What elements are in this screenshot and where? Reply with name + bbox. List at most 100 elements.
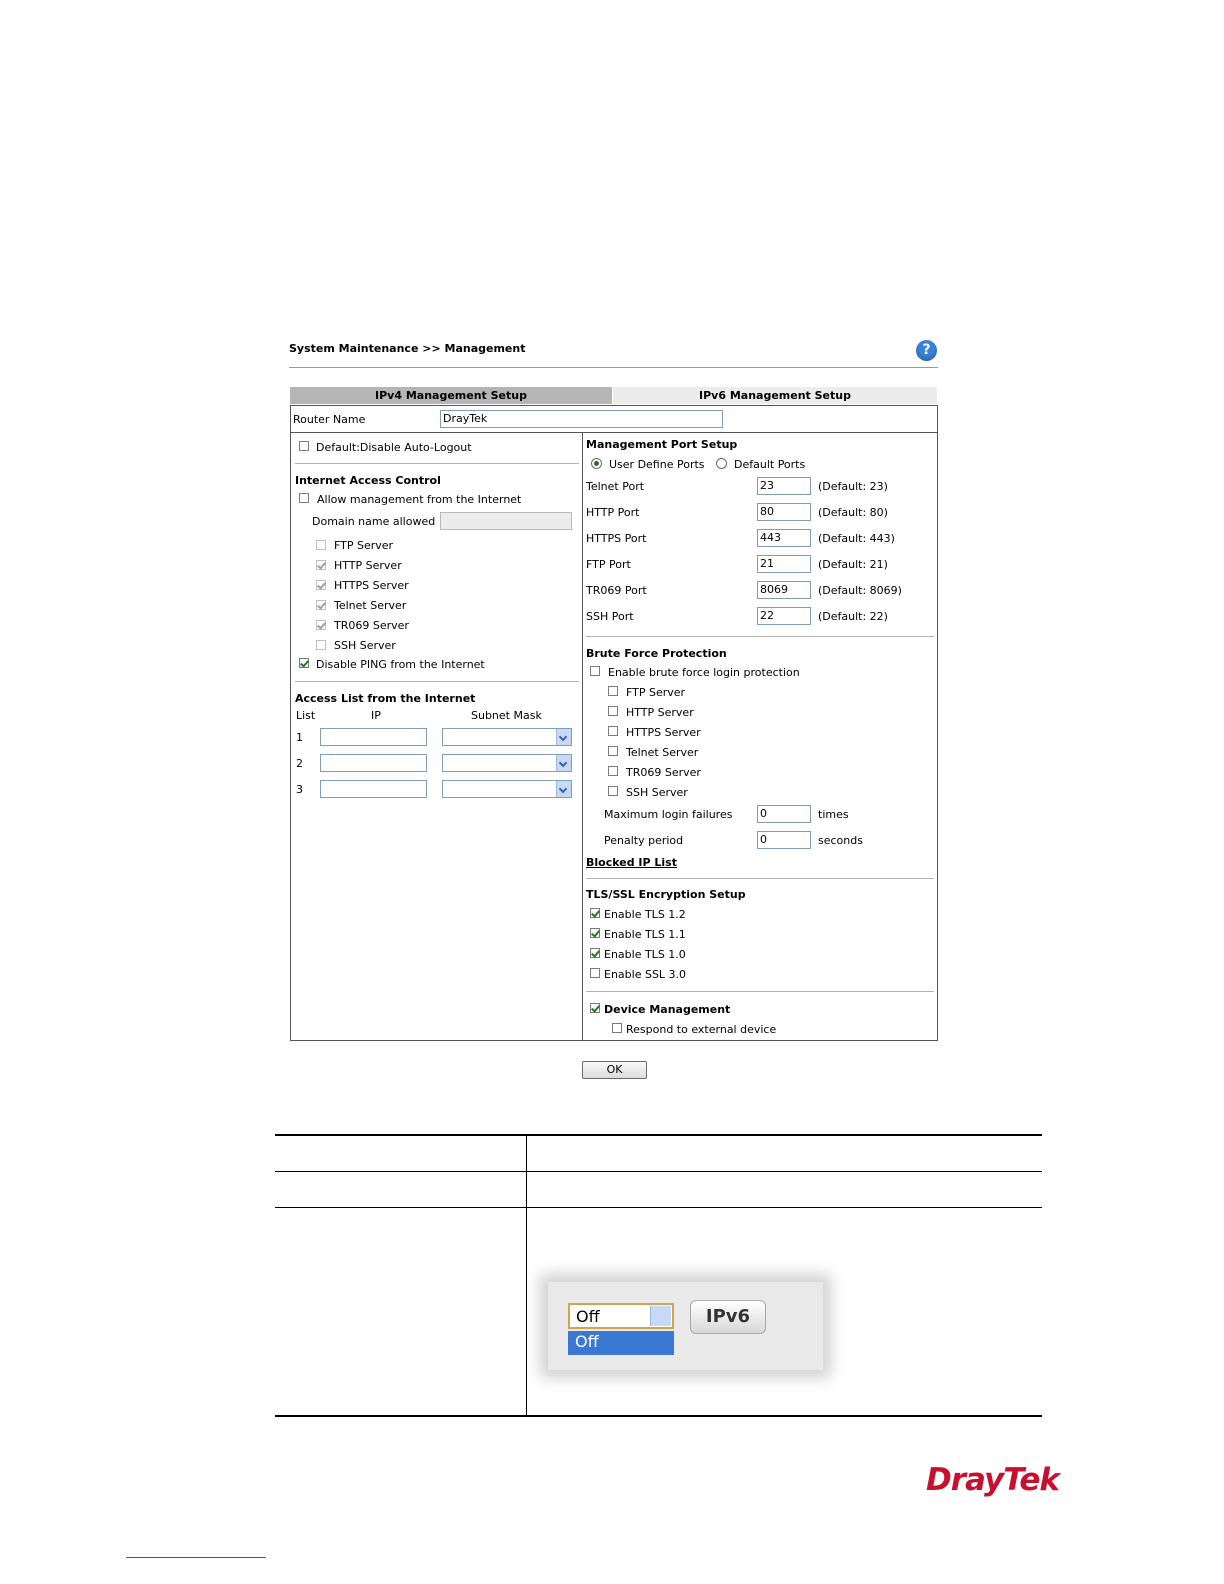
http-server-label: HTTP Server <box>334 559 402 572</box>
domain-label: Domain name allowed <box>312 515 436 528</box>
ssh-server-checkbox[interactable] <box>316 640 326 650</box>
brute-https-checkbox[interactable] <box>608 726 618 736</box>
blocked-ip-list-link[interactable]: Blocked IP List <box>586 856 677 869</box>
access-row-2-mask[interactable] <box>442 754 572 772</box>
ipv6-badge-label: IPv6 <box>705 1306 751 1327</box>
tab-ipv6[interactable]: IPv6 Management Setup <box>613 387 937 404</box>
access-row-2-ip[interactable] <box>320 754 427 772</box>
brute-force-title: Brute Force Protection <box>586 647 727 660</box>
telnet-server-checkbox[interactable] <box>316 600 326 610</box>
access-row-3-num: 3 <box>296 783 303 796</box>
brute-ftp-label: FTP Server <box>626 686 686 699</box>
brute-tr069-checkbox[interactable] <box>608 766 618 776</box>
domain-input[interactable] <box>440 512 572 530</box>
allow-mgmt-label: Allow management from the Internet <box>317 493 522 506</box>
disable-ping-checkbox[interactable] <box>299 658 309 668</box>
ssl30-checkbox[interactable] <box>590 968 600 978</box>
port-setup-title: Management Port Setup <box>586 438 738 451</box>
telnet-port-input[interactable]: 23 <box>757 477 811 495</box>
brute-ftp-checkbox[interactable] <box>608 686 618 696</box>
tls11-checkbox[interactable] <box>590 928 600 938</box>
respond-checkbox[interactable] <box>612 1023 622 1033</box>
auto-logout-checkbox[interactable] <box>299 441 309 451</box>
chevron-down-icon <box>556 781 571 797</box>
http-port-label: HTTP Port <box>586 506 640 519</box>
access-row-1-mask[interactable] <box>442 728 572 746</box>
https-port-input[interactable]: 443 <box>757 529 811 547</box>
column-divider <box>582 433 583 1040</box>
router-name-input[interactable]: DrayTek <box>440 410 723 428</box>
access-row-3-mask[interactable] <box>442 780 572 798</box>
default-ports-radio[interactable] <box>716 458 727 469</box>
access-row-1-num: 1 <box>296 731 303 744</box>
brute-http-checkbox[interactable] <box>608 706 618 716</box>
brute-enable-checkbox[interactable] <box>590 666 600 676</box>
access-row-2-num: 2 <box>296 757 303 770</box>
penalty-label: Penalty period <box>604 834 684 847</box>
router-name-label: Router Name <box>293 413 366 426</box>
tr069-port-default: (Default: 8069) <box>818 584 902 597</box>
ok-button[interactable]: OK <box>582 1061 647 1079</box>
ssh-port-label: SSH Port <box>586 610 634 623</box>
device-mgmt-checkbox[interactable] <box>590 1003 600 1013</box>
snippet-image: Off Off IPv6 <box>548 1282 823 1370</box>
brute-https-label: HTTPS Server <box>626 726 701 739</box>
right-divider-1 <box>586 636 934 637</box>
table-column-rule <box>526 1134 527 1417</box>
tls-title: TLS/SSL Encryption Setup <box>586 888 746 901</box>
brute-ssh-label: SSH Server <box>626 786 688 799</box>
access-row-3-ip[interactable] <box>320 780 427 798</box>
col-list: List <box>296 709 316 722</box>
snippet-option[interactable]: Off <box>568 1331 674 1355</box>
tls10-checkbox[interactable] <box>590 948 600 958</box>
tls10-label: Enable TLS 1.0 <box>604 948 686 961</box>
table-header-rule <box>275 1171 1042 1172</box>
brute-http-label: HTTP Server <box>626 706 694 719</box>
table-row-rule <box>275 1207 1042 1208</box>
tr069-server-checkbox[interactable] <box>316 620 326 630</box>
auto-logout-label: Default:Disable Auto-Logout <box>316 441 472 454</box>
left-divider-2 <box>295 681 579 682</box>
https-server-checkbox[interactable] <box>316 580 326 590</box>
router-name-divider <box>290 432 938 433</box>
http-server-checkbox[interactable] <box>316 560 326 570</box>
brute-telnet-checkbox[interactable] <box>608 746 618 756</box>
tab-ipv4[interactable]: IPv4 Management Setup <box>290 387 612 404</box>
left-divider-1 <box>295 463 579 464</box>
ftp-server-checkbox[interactable] <box>316 540 326 550</box>
ssh-server-label: SSH Server <box>334 639 396 652</box>
access-list-title: Access List from the Internet <box>295 692 476 705</box>
ok-button-label: OK <box>606 1063 623 1076</box>
http-port-default: (Default: 80) <box>818 506 888 519</box>
help-icon[interactable]: ? <box>916 340 937 361</box>
max-fail-label: Maximum login failures <box>604 808 733 821</box>
ipv6-badge-icon: IPv6 <box>690 1300 766 1334</box>
tr069-port-input[interactable]: 8069 <box>757 581 811 599</box>
telnet-port-label: Telnet Port <box>586 480 645 493</box>
table-bottom-rule <box>275 1415 1042 1417</box>
tab-ipv4-label: IPv4 Management Setup <box>375 389 527 402</box>
https-server-label: HTTPS Server <box>334 579 409 592</box>
ftp-port-label: FTP Port <box>586 558 631 571</box>
allow-mgmt-checkbox[interactable] <box>299 493 309 503</box>
header-divider <box>289 367 938 368</box>
http-port-input[interactable]: 80 <box>757 503 811 521</box>
chevron-down-icon <box>650 1306 671 1326</box>
user-define-label: User Define Ports <box>609 458 705 471</box>
penalty-input[interactable]: 0 <box>757 831 811 849</box>
ssh-port-input[interactable]: 22 <box>757 607 811 625</box>
max-fail-input[interactable]: 0 <box>757 805 811 823</box>
draytek-logo: DrayTek <box>926 1462 1060 1498</box>
ftp-port-input[interactable]: 21 <box>757 555 811 573</box>
right-divider-3 <box>586 991 934 992</box>
tr069-port-label: TR069 Port <box>586 584 647 597</box>
access-row-1-ip[interactable] <box>320 728 427 746</box>
user-define-radio[interactable] <box>591 458 602 469</box>
max-fail-unit: times <box>818 808 849 821</box>
brute-ssh-checkbox[interactable] <box>608 786 618 796</box>
snippet-select[interactable]: Off <box>568 1303 674 1329</box>
tls12-checkbox[interactable] <box>590 908 600 918</box>
footer-link-underline <box>126 1557 266 1558</box>
ssl30-label: Enable SSL 3.0 <box>604 968 687 981</box>
tls11-label: Enable TLS 1.1 <box>604 928 686 941</box>
